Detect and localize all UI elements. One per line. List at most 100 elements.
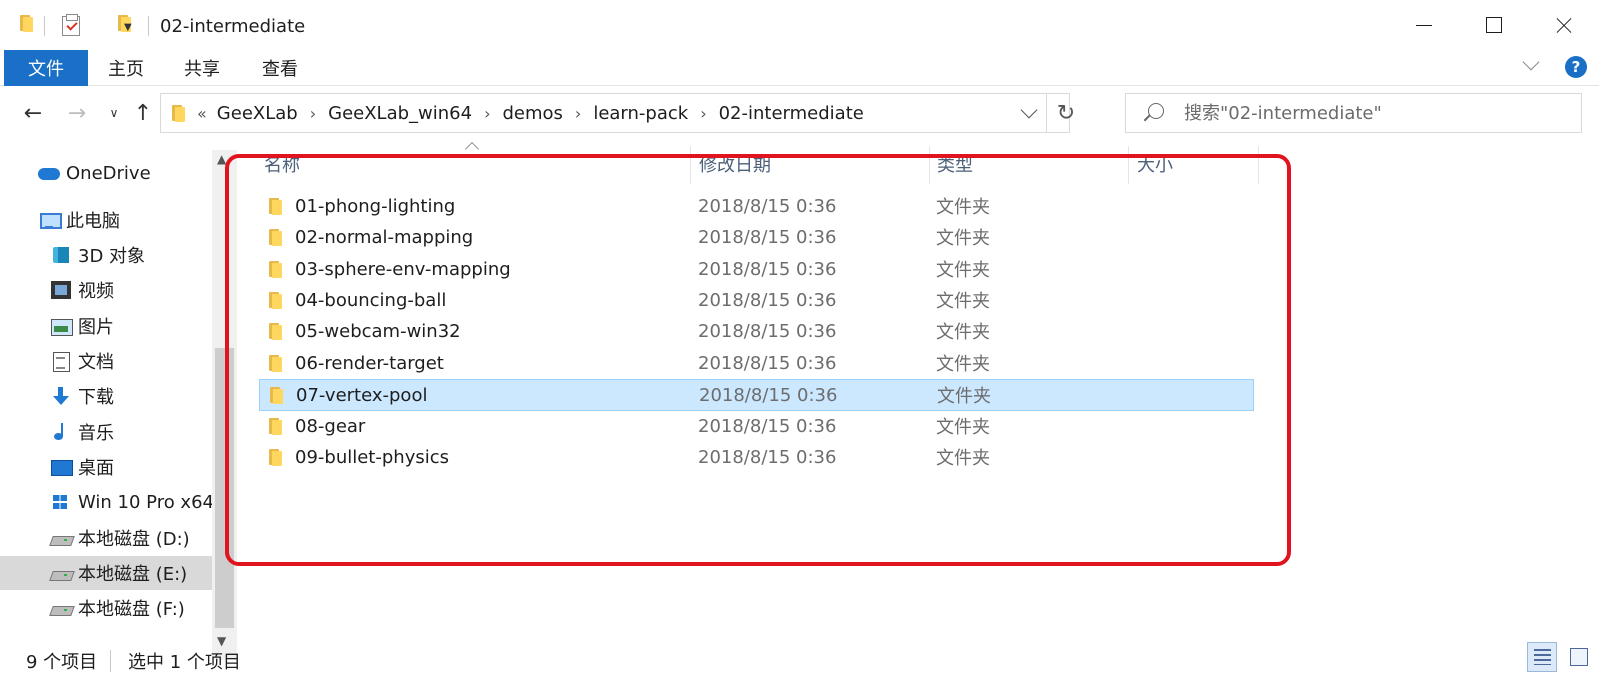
search-input[interactable] — [1184, 94, 1574, 132]
sidebar-item-label: 音乐 — [78, 423, 114, 444]
folder-icon — [267, 291, 283, 309]
close-button[interactable] — [1529, 0, 1599, 50]
sidebar-item-label: 本地磁盘 (F:) — [78, 599, 185, 620]
file-row-02-normal-mapping[interactable]: 02-normal-mapping 2018/8/15 0:36 文件夹 — [259, 222, 1254, 254]
file-row-07-vertex-pool[interactable]: 07-vertex-pool 2018/8/15 0:36 文件夹 — [259, 379, 1254, 411]
customize-dropdown-icon[interactable]: ▼ — [124, 22, 132, 33]
recent-locations-button[interactable]: ∨ — [104, 86, 124, 140]
address-bar[interactable]: « GeeXLab › GeeXLab_win64 › demos › lear… — [160, 93, 1075, 133]
navigation-pane: OneDrive 此电脑 3D 对象 视频 图片 文档 下载 音乐 桌面 Win… — [0, 150, 237, 660]
downloads-icon — [50, 387, 70, 405]
sidebar-item-music[interactable]: 音乐 — [0, 415, 212, 449]
sidebar-item-videos[interactable]: 视频 — [0, 273, 212, 307]
file-name: 09-bullet-physics — [295, 446, 450, 468]
breadcrumb-item[interactable]: demos — [502, 103, 562, 124]
sidebar-item-disk-e[interactable]: 本地磁盘 (E:) — [0, 556, 212, 590]
forward-button[interactable]: → — [62, 86, 92, 140]
sidebar-item-disk-d[interactable]: 本地磁盘 (D:) — [0, 521, 212, 555]
column-divider[interactable] — [1258, 146, 1259, 184]
tab-share[interactable]: 共享 — [184, 50, 220, 86]
search-box[interactable] — [1125, 93, 1582, 133]
sidebar-item-label: Win 10 Pro x64 — [78, 491, 212, 513]
up-button[interactable]: ↑ — [130, 86, 156, 140]
chevron-right-icon[interactable]: › — [575, 104, 581, 123]
sidebar-item-onedrive[interactable]: OneDrive — [0, 156, 212, 190]
column-divider[interactable] — [1128, 146, 1129, 184]
ribbon-expand-chevron-icon[interactable] — [1522, 53, 1540, 71]
large-icons-view-icon[interactable] — [1564, 642, 1594, 672]
scrollbar-thumb[interactable] — [215, 348, 234, 628]
breadcrumb-item[interactable]: GeeXLab_win64 — [328, 103, 472, 124]
scroll-up-icon[interactable]: ▲ — [217, 152, 226, 166]
folder-icon — [170, 104, 186, 122]
sidebar-item-desktop[interactable]: 桌面 — [0, 450, 212, 484]
breadcrumb-item[interactable]: 02-intermediate — [719, 103, 864, 124]
sidebar-item-3d-objects[interactable]: 3D 对象 — [0, 238, 212, 272]
file-row-09-bullet-physics[interactable]: 09-bullet-physics 2018/8/15 0:36 文件夹 — [259, 442, 1254, 474]
tab-file[interactable]: 文件 — [4, 50, 88, 86]
column-divider[interactable] — [690, 146, 691, 184]
refresh-button[interactable]: ↻ — [1053, 100, 1079, 126]
sidebar-item-documents[interactable]: 文档 — [0, 344, 212, 378]
search-icon — [1148, 103, 1164, 119]
sidebar-item-label: 视频 — [78, 281, 114, 302]
file-name: 08-gear — [295, 415, 366, 437]
column-header-type[interactable]: 类型 — [937, 144, 1127, 184]
maximize-button[interactable] — [1459, 0, 1529, 50]
local-disk-icon — [50, 529, 70, 547]
chevron-right-icon[interactable]: › — [310, 104, 316, 123]
folder-icon — [267, 417, 283, 435]
this-pc-icon — [38, 211, 62, 229]
status-divider — [110, 650, 111, 672]
file-name: 04-bouncing-ball — [295, 289, 447, 311]
pictures-icon — [50, 317, 73, 336]
file-row-05-webcam-win32[interactable]: 05-webcam-win32 2018/8/15 0:36 文件夹 — [259, 316, 1254, 348]
breadcrumb-item[interactable]: GeeXLab — [217, 103, 298, 124]
sidebar-scrollbar[interactable]: ▲ ▼ — [212, 150, 237, 660]
file-date: 2018/8/15 0:36 — [698, 446, 837, 468]
file-row-04-bouncing-ball[interactable]: 04-bouncing-ball 2018/8/15 0:36 文件夹 — [259, 285, 1254, 317]
help-icon[interactable]: ? — [1565, 56, 1587, 78]
sidebar-item-this-pc[interactable]: 此电脑 — [0, 203, 212, 237]
chevron-right-icon[interactable]: › — [484, 104, 490, 123]
sidebar-item-label: 图片 — [78, 317, 114, 338]
properties-icon[interactable] — [62, 14, 80, 36]
file-row-01-phong-lighting[interactable]: 01-phong-lighting 2018/8/15 0:36 文件夹 — [259, 191, 1254, 223]
folder-icon — [268, 386, 284, 404]
sidebar-item-label: 本地磁盘 (D:) — [78, 529, 190, 550]
tab-home[interactable]: 主页 — [108, 50, 144, 86]
quick-access-divider — [44, 16, 45, 36]
details-view-icon[interactable] — [1527, 642, 1557, 672]
sidebar-item-disk-f[interactable]: 本地磁盘 (F:) — [0, 591, 212, 625]
column-header-date[interactable]: 修改日期 — [699, 144, 924, 184]
breadcrumb-overflow[interactable]: « — [197, 104, 207, 123]
chevron-right-icon[interactable]: › — [700, 104, 706, 123]
file-row-06-render-target[interactable]: 06-render-target 2018/8/15 0:36 文件夹 — [259, 348, 1254, 380]
file-name: 07-vertex-pool — [296, 384, 428, 406]
column-header-name[interactable]: 名称 — [264, 144, 684, 184]
file-row-03-sphere-env-mapping[interactable]: 03-sphere-env-mapping 2018/8/15 0:36 文件夹 — [259, 254, 1254, 286]
windows-drive-icon — [50, 493, 70, 511]
back-button[interactable]: ← — [18, 86, 48, 140]
sidebar-item-downloads[interactable]: 下载 — [0, 379, 212, 413]
address-dropdown-icon[interactable] — [1020, 101, 1038, 119]
file-type: 文件夹 — [936, 228, 990, 249]
tab-view[interactable]: 查看 — [262, 50, 298, 86]
3d-objects-icon — [50, 246, 70, 264]
sidebar-item-pictures[interactable]: 图片 — [0, 309, 212, 343]
minimize-button[interactable] — [1389, 0, 1459, 50]
sidebar-item-label: 下载 — [78, 387, 114, 408]
documents-icon — [50, 352, 70, 372]
address-divider — [1046, 94, 1047, 132]
column-divider[interactable] — [929, 146, 930, 184]
folder-icon — [267, 322, 283, 340]
breadcrumb-item[interactable]: learn-pack — [593, 103, 688, 124]
file-type: 文件夹 — [937, 386, 991, 407]
sidebar-item-win10-drive[interactable]: Win 10 Pro x64 — [0, 485, 212, 519]
file-date: 2018/8/15 0:36 — [698, 258, 837, 280]
onedrive-cloud-icon — [38, 164, 60, 182]
file-date: 2018/8/15 0:36 — [698, 415, 837, 437]
column-header-size[interactable]: 大小 — [1137, 144, 1247, 184]
file-row-08-gear[interactable]: 08-gear 2018/8/15 0:36 文件夹 — [259, 411, 1254, 443]
file-type: 文件夹 — [936, 322, 990, 343]
